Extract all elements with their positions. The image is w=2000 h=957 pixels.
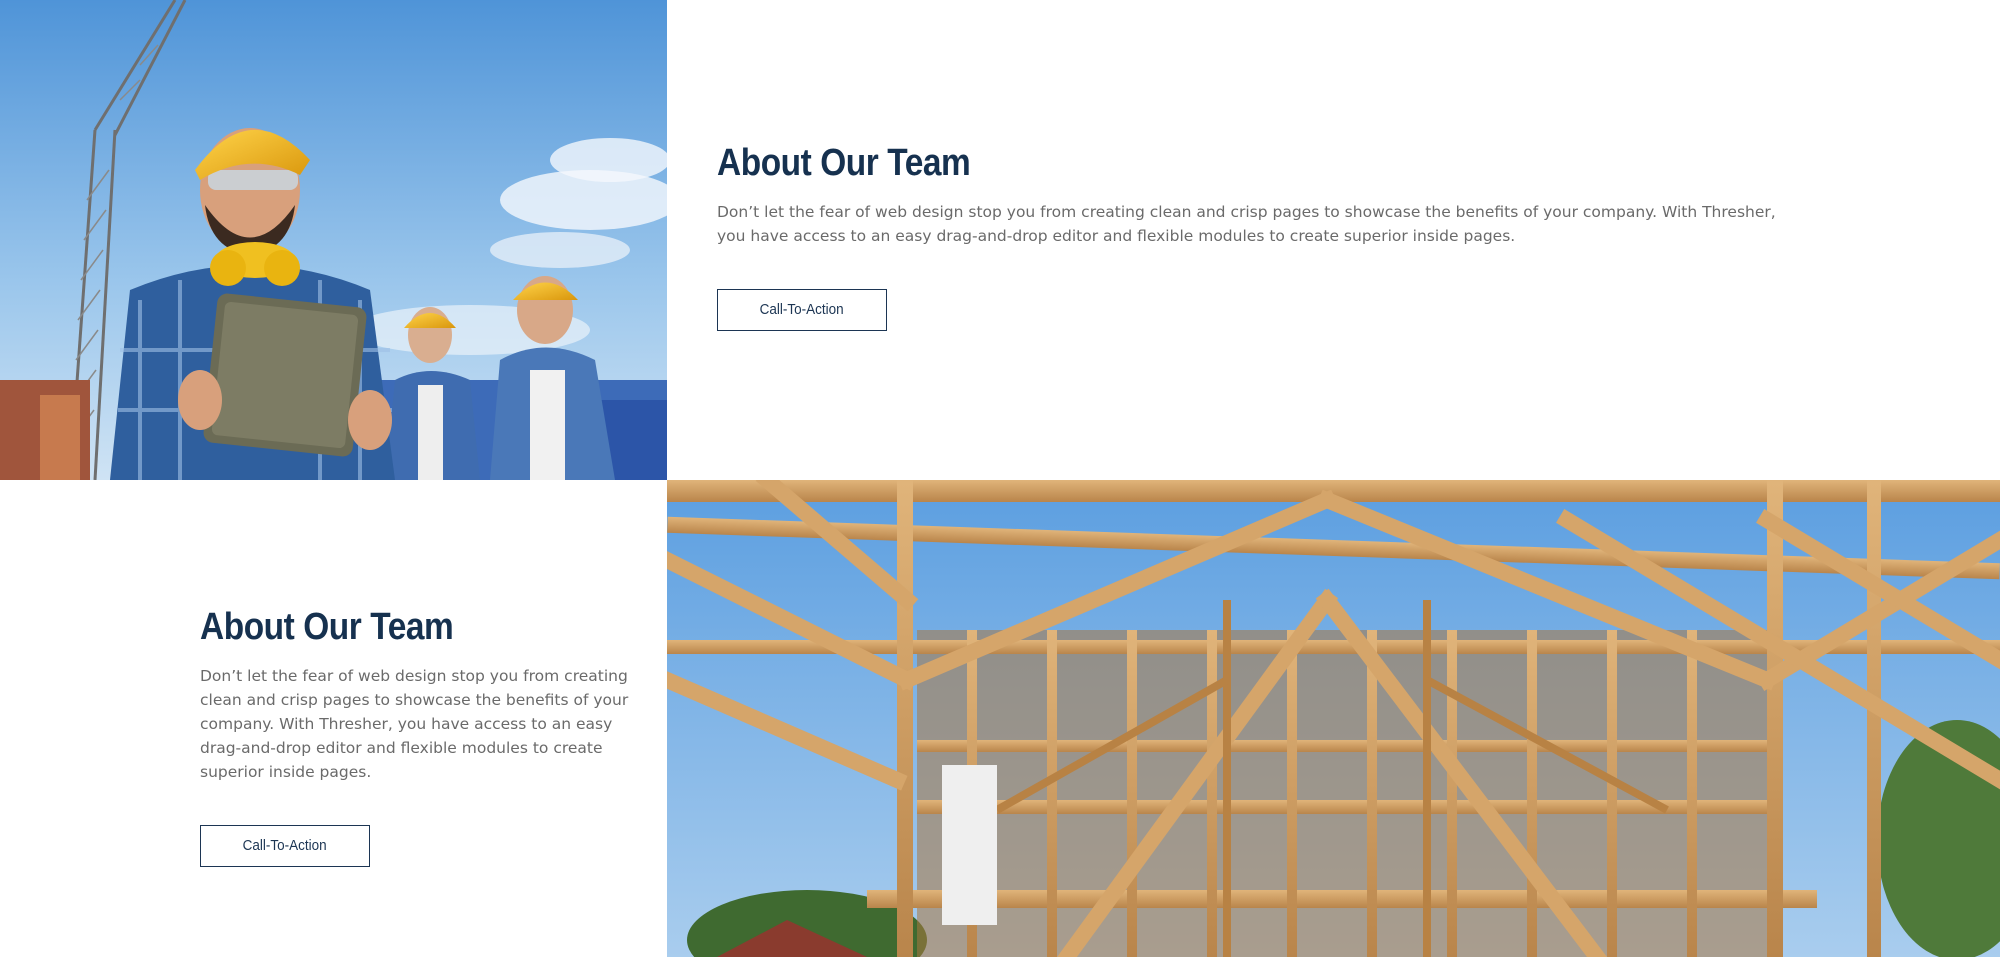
- feature-row-top: About Our Team Don’t let the fear of web…: [0, 0, 2000, 480]
- about-team-block-top: About Our Team Don’t let the fear of web…: [717, 140, 1807, 331]
- house-framing-image: [667, 480, 2000, 957]
- section-description: Don’t let the fear of web design stop yo…: [200, 667, 629, 781]
- feature-row-bottom: About Our Team Don’t let the fear of web…: [0, 480, 2000, 957]
- call-to-action-button[interactable]: Call-To-Action: [717, 289, 887, 331]
- call-to-action-label: Call-To-Action: [759, 301, 845, 318]
- call-to-action-button[interactable]: Call-To-Action: [200, 825, 370, 867]
- construction-workers-image: [0, 0, 667, 480]
- call-to-action-label: Call-To-Action: [242, 837, 328, 854]
- section-description: Don’t let the fear of web design stop yo…: [717, 203, 1776, 245]
- section-heading: About Our Team: [200, 606, 454, 648]
- about-team-block-bottom: About Our Team Don’t let the fear of web…: [200, 604, 630, 867]
- section-heading: About Our Team: [717, 142, 971, 184]
